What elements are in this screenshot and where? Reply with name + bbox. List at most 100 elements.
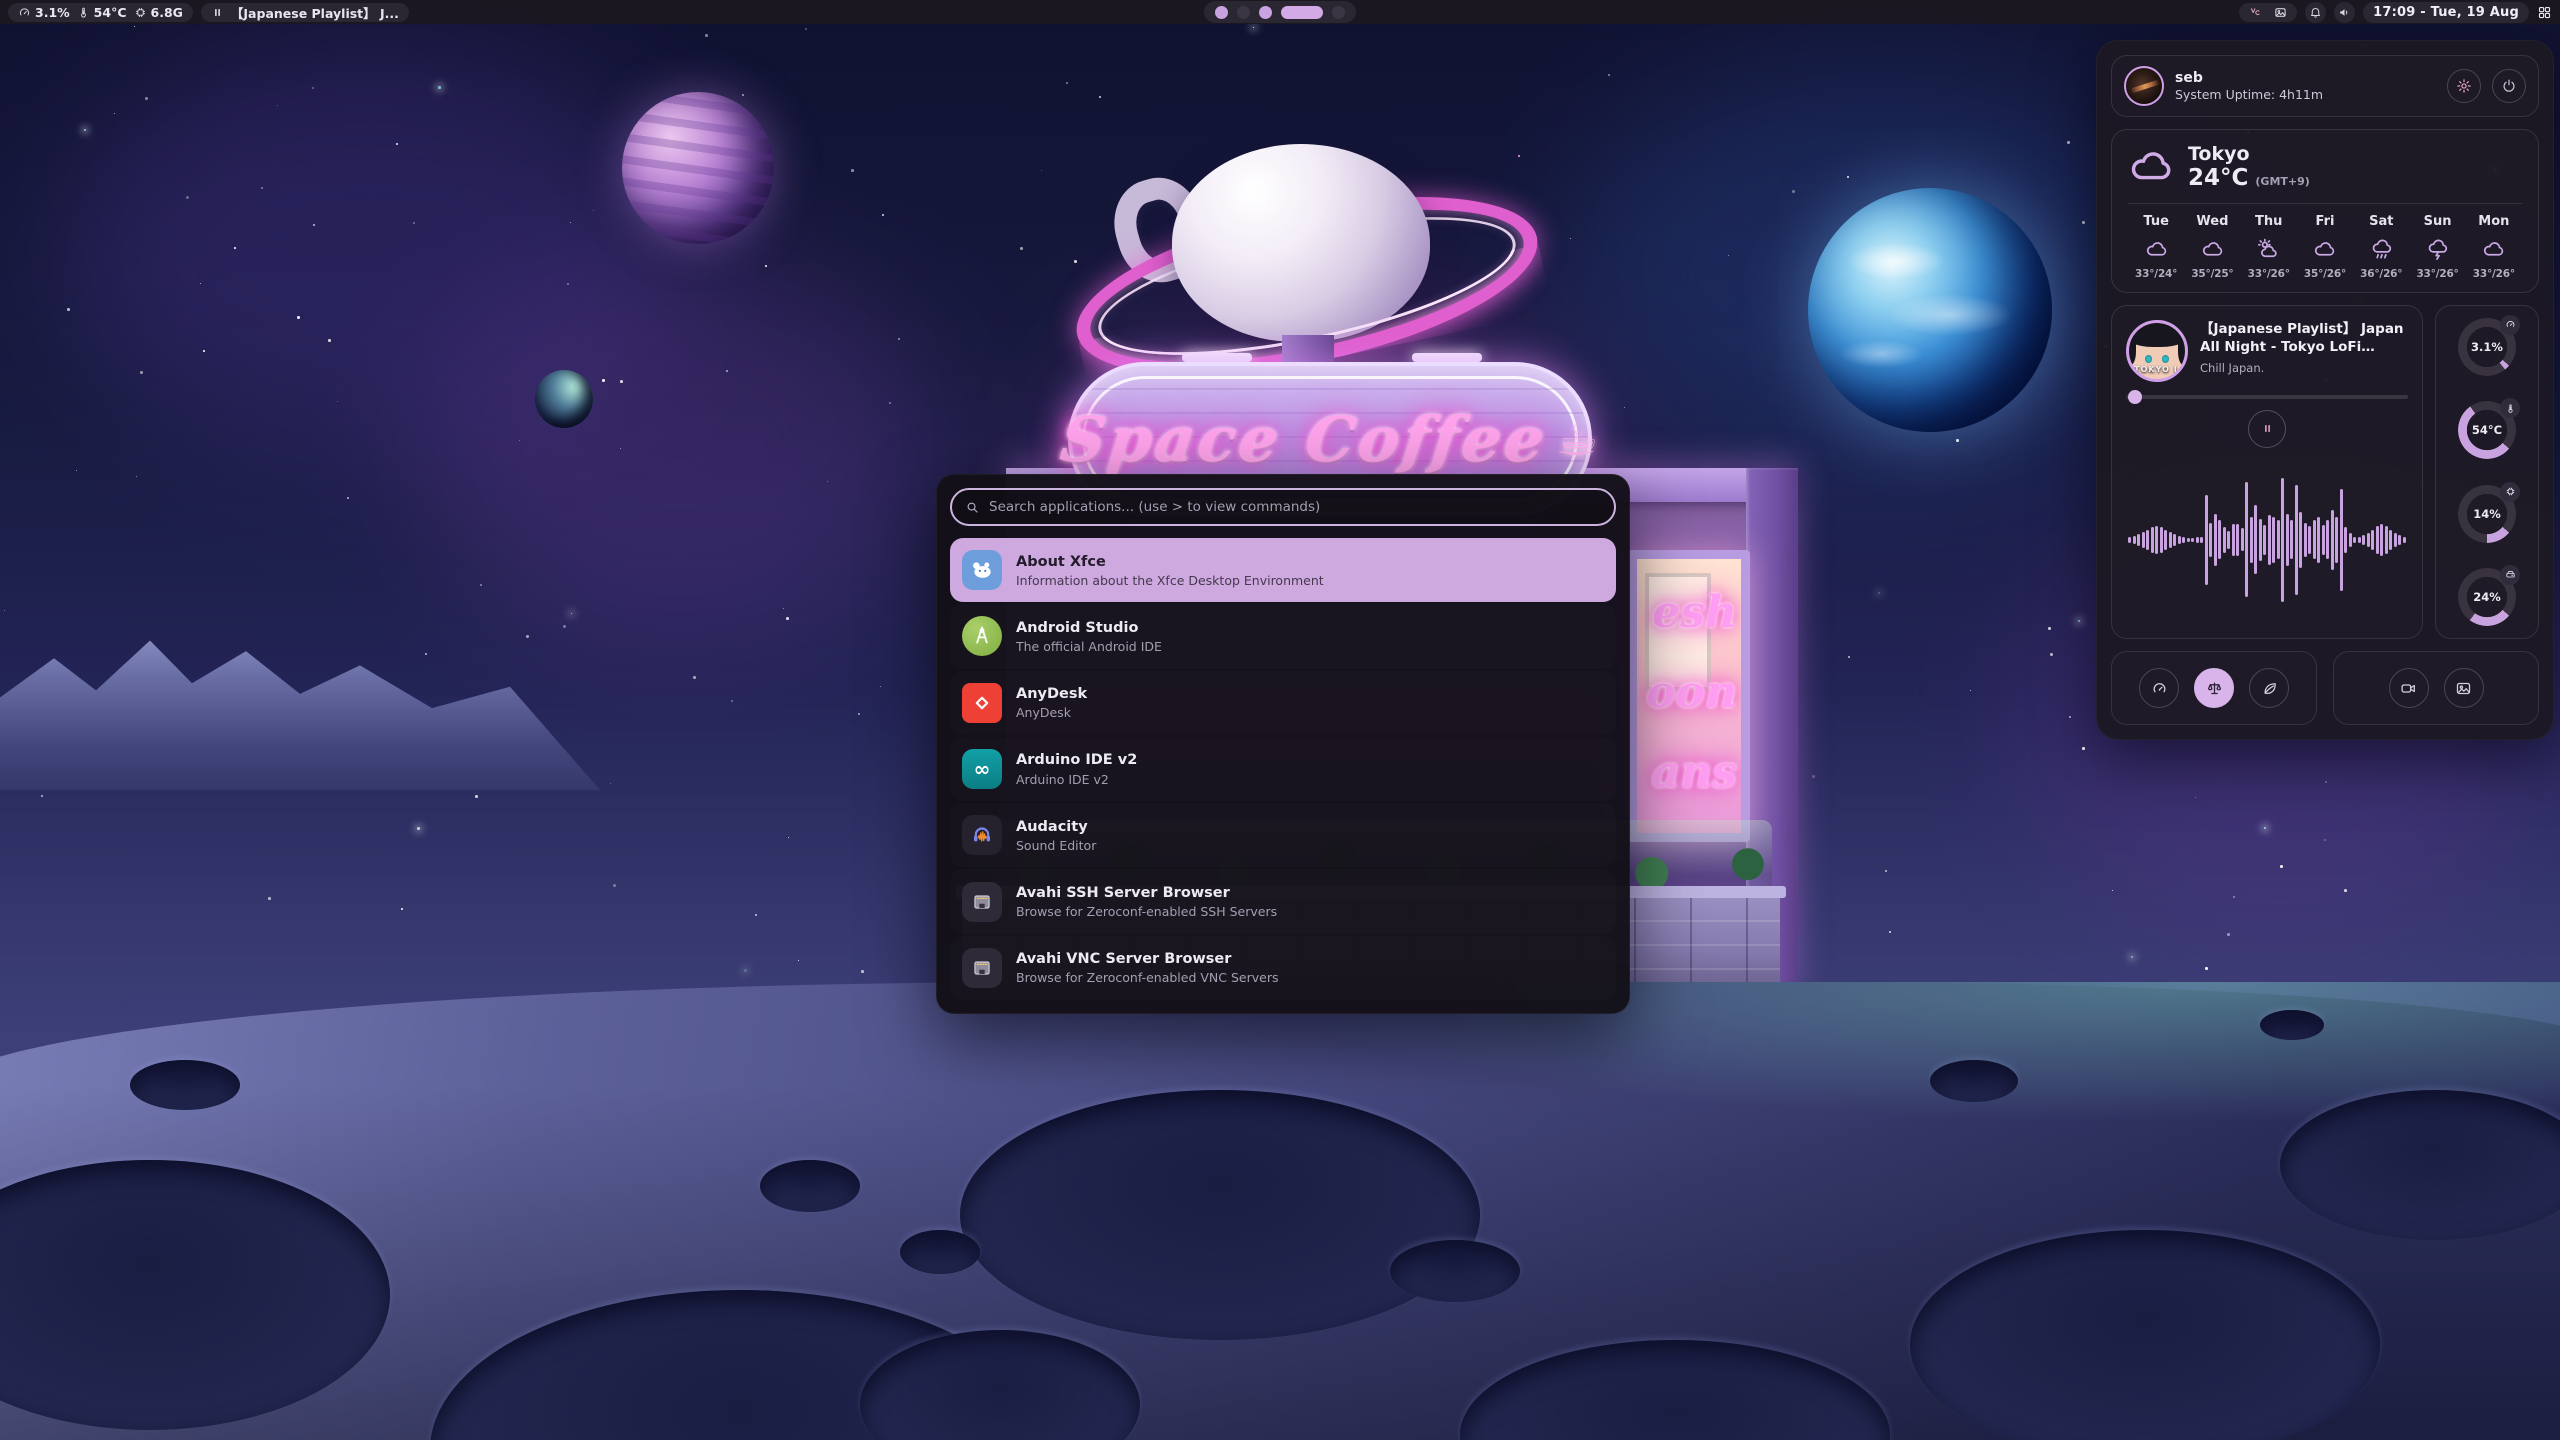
audio-visualizer [2126, 456, 2408, 624]
avatar [2124, 66, 2164, 106]
leaf-button[interactable] [2249, 668, 2289, 708]
control-center-panel: seb System Uptime: 4h11m Tokyo 24°C (GMT… [2096, 40, 2554, 740]
clock[interactable]: 17:09 - Tue, 19 Aug [2363, 2, 2529, 23]
crater [1910, 1230, 2380, 1440]
track-title: 【Japanese Playlist】 Japan All Night - To… [2200, 320, 2408, 356]
overview-grid-icon[interactable] [2537, 5, 2552, 20]
track-subtitle: Chill Japan. [2200, 361, 2408, 375]
workspace-dot-2[interactable] [1237, 6, 1250, 19]
screenshot-tray-icon[interactable] [2274, 6, 2287, 19]
power-button[interactable] [2492, 69, 2526, 103]
forecast-temps: 35°/26° [2297, 268, 2353, 280]
coffee-cup-icon: ☕ [1555, 412, 1601, 466]
search-input[interactable] [989, 499, 1601, 515]
visualizer-bar [2385, 526, 2388, 554]
system-stats-pill[interactable]: 3.1%54°C6.8G [8, 3, 193, 22]
workspace-dot-5[interactable] [1332, 6, 1345, 19]
pause-button[interactable] [2248, 410, 2286, 448]
forecast-day-fri: Fri35°/26° [2297, 214, 2353, 280]
app-item[interactable]: About XfceInformation about the Xfce Des… [950, 538, 1616, 602]
crater [0, 1160, 390, 1430]
forecast-temps: 33°/26° [2409, 268, 2465, 280]
now-playing-pill[interactable]: 【Japanese Playlist】 J... [201, 3, 409, 22]
chip-icon [134, 6, 147, 19]
app-title: Audacity [1016, 818, 1096, 836]
forecast-temps: 35°/25° [2184, 268, 2240, 280]
notifications-button[interactable] [2305, 2, 2326, 23]
visualizer-bar [2322, 525, 2325, 555]
visualizer-bar [2281, 478, 2284, 602]
volume-button[interactable] [2334, 2, 2355, 23]
chip-icon [2500, 482, 2520, 502]
gauge-chip: 14% [2458, 485, 2516, 543]
search-icon [965, 500, 980, 515]
visualizer-bar [2313, 520, 2316, 559]
visualizer-bar [2227, 531, 2230, 549]
forecast-day-mon: Mon33°/26° [2466, 214, 2522, 280]
thermometer-icon [77, 6, 90, 19]
album-art: TOKYO L [2126, 320, 2188, 382]
visualizer-bar [2155, 526, 2158, 554]
top-panel: 3.1%54°C6.8G 【Japanese Playlist】 J... 17… [0, 0, 2560, 24]
app-title: AnyDesk [1016, 685, 1087, 703]
visualizer-bar [2169, 532, 2172, 548]
media-player-card: TOKYO L 【Japanese Playlist】 Japan All Ni… [2111, 305, 2423, 639]
visualizer-bar [2259, 519, 2262, 560]
workspace-switcher[interactable] [1204, 1, 1356, 23]
volume-icon [2338, 6, 2351, 19]
crater [900, 1230, 980, 1274]
app-description: Browse for Zeroconf-enabled VNC Servers [1016, 970, 1278, 985]
album-art-eye [2145, 355, 2152, 363]
workspace-dot-4[interactable] [1281, 6, 1323, 19]
scales-button[interactable] [2194, 668, 2234, 708]
visualizer-bar [2367, 533, 2370, 547]
app-item[interactable]: Android StudioThe official Android IDE [950, 604, 1616, 668]
camera-icon [2400, 680, 2417, 697]
tray-app-icon[interactable] [2249, 6, 2262, 19]
xfce-app-icon [962, 550, 1002, 590]
visualizer-bar [2191, 538, 2194, 543]
crater [1460, 1340, 1890, 1440]
launcher-search[interactable] [950, 488, 1616, 526]
visualizer-bar [2353, 537, 2356, 544]
visualizer-bar [2218, 520, 2221, 559]
app-item[interactable]: Avahi SSH Server BrowserBrowse for Zeroc… [950, 869, 1616, 933]
visualizer-bar [2250, 517, 2253, 563]
app-title: Avahi VNC Server Browser [1016, 950, 1278, 968]
workspace-dot-1[interactable] [1215, 6, 1228, 19]
seek-knob[interactable] [2128, 390, 2142, 404]
stat-thermometer: 54°C [77, 5, 127, 20]
weather-card: Tokyo 24°C (GMT+9) Tue33°/24°Wed35°/25°T… [2111, 129, 2539, 293]
crater [2280, 1090, 2560, 1240]
visualizer-bar [2371, 530, 2374, 551]
cloud-icon [2184, 238, 2240, 261]
visualizer-bar [2358, 537, 2361, 543]
workspace-dot-3[interactable] [1259, 6, 1272, 19]
seek-bar[interactable] [2126, 395, 2408, 399]
visualizer-bar [2376, 526, 2379, 554]
image-button[interactable] [2444, 668, 2484, 708]
app-item[interactable]: AnyDeskAnyDesk [950, 671, 1616, 735]
speedometer-button[interactable] [2139, 668, 2179, 708]
visualizer-bar [2236, 524, 2239, 556]
app-description: Sound Editor [1016, 838, 1096, 853]
system-tray[interactable] [2239, 3, 2297, 22]
gauge-disk: 24% [2458, 568, 2516, 626]
cloud-icon [2128, 144, 2174, 190]
image-icon [2455, 680, 2472, 697]
app-item[interactable]: ∞Arduino IDE v2Arduino IDE v2 [950, 737, 1616, 801]
anydesk-app-icon [962, 683, 1002, 723]
settings-button[interactable] [2447, 69, 2481, 103]
app-title: Arduino IDE v2 [1016, 751, 1137, 769]
forecast-day-label: Thu [2241, 214, 2297, 229]
app-item[interactable]: Audacity Sound Editor [950, 803, 1616, 867]
visualizer-bar [2380, 524, 2383, 556]
cloud-icon [2128, 238, 2184, 261]
weather-temperature: 24°C [2188, 165, 2248, 191]
app-item[interactable]: Avahi VNC Server Browser Browse for Zeroc… [950, 936, 1616, 1000]
network-app-icon [962, 882, 1002, 922]
app-title: Android Studio [1016, 619, 1162, 637]
visualizer-bar [2398, 535, 2401, 544]
forecast-day-label: Wed [2184, 214, 2240, 229]
camera-button[interactable] [2389, 668, 2429, 708]
